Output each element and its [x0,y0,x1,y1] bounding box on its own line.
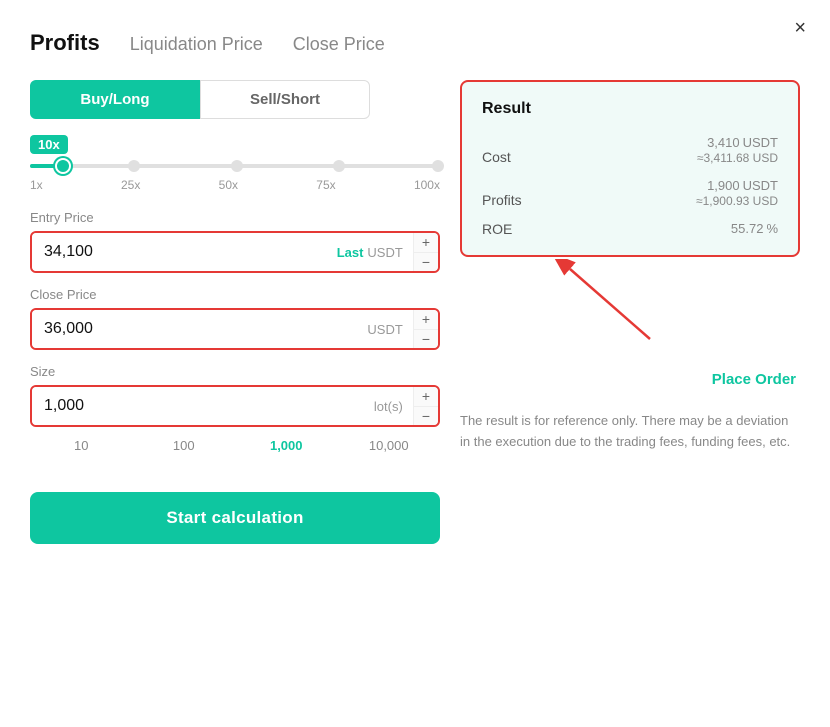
size-input[interactable] [32,387,364,425]
cost-sub: ≈3,411.68 USD [697,151,778,165]
preset-1000[interactable]: 1,000 [235,433,338,458]
roe-value-col: 55.72% [728,220,778,237]
close-price-plus[interactable]: + [414,310,438,330]
left-panel: Buy/Long Sell/Short 10x [30,80,440,544]
size-input-row: lot(s) + − [30,385,440,427]
direction-toggle: Buy/Long Sell/Short [30,80,440,119]
close-button[interactable]: × [794,18,806,38]
cost-row: Cost 3,410USDT ≈3,411.68 USD [482,134,778,165]
profits-row: Profits 1,900USDT ≈1,900.93 USD [482,177,778,208]
cost-unit: USDT [743,135,778,150]
close-price-input[interactable] [32,310,357,348]
tab-bar: Profits Liquidation Price Close Price [30,30,800,56]
disclaimer-text: The result is for reference only. There … [460,401,800,453]
entry-price-input-row: Last USDT + − [30,231,440,273]
result-box: Result Cost 3,410USDT ≈3,411.68 USD Prof… [460,80,800,257]
leverage-label-25x: 25x [121,178,140,192]
size-stepper: + − [413,387,438,425]
place-order-row: Place Order [460,371,800,389]
arrow-annotation [460,269,800,359]
slider-dot-25x [128,160,140,172]
slider-dot-100x [432,160,444,172]
size-group: Size lot(s) + − 10 100 1,000 10,000 [30,364,440,458]
close-price-unit: USDT [367,322,402,337]
entry-price-stepper: + − [413,233,438,271]
tab-close-price[interactable]: Close Price [293,34,385,55]
result-title: Result [482,100,778,118]
close-price-group: Close Price USDT + − [30,287,440,350]
slider-track[interactable] [30,164,440,168]
preset-100[interactable]: 100 [133,433,236,458]
entry-price-unit: USDT [367,245,402,260]
leverage-label-1x: 1x [30,178,43,192]
profits-value: 1,900USDT [696,177,778,194]
red-arrow-svg [550,259,710,349]
entry-price-group: Entry Price Last USDT + − [30,210,440,273]
modal-container: × Profits Liquidation Price Close Price … [0,0,830,727]
entry-price-suffix: Last USDT [327,233,413,271]
cost-value: 3,410USDT [697,134,778,151]
profits-sub: ≈1,900.93 USD [696,194,778,208]
slider-dot-50x [231,160,243,172]
start-calculation-button[interactable]: Start calculation [30,492,440,544]
leverage-label-100x: 100x [414,178,440,192]
leverage-area: 10x 1x 25x 50x 75x [30,135,440,192]
roe-value: 55.72% [728,220,778,237]
size-suffix: lot(s) [364,387,413,425]
buy-long-button[interactable]: Buy/Long [30,80,200,119]
entry-price-label: Entry Price [30,210,440,225]
size-presets: 10 100 1,000 10,000 [30,433,440,458]
size-minus[interactable]: − [414,407,438,426]
leverage-label-50x: 50x [219,178,238,192]
close-price-stepper: + − [413,310,438,348]
slider-thumb[interactable] [55,158,71,174]
last-label[interactable]: Last [337,245,364,260]
entry-price-plus[interactable]: + [414,233,438,253]
slider-labels: 1x 25x 50x 75x 100x [30,178,440,192]
close-price-input-row: USDT + − [30,308,440,350]
tab-liquidation[interactable]: Liquidation Price [130,34,263,55]
preset-10000[interactable]: 10,000 [338,433,441,458]
main-layout: Buy/Long Sell/Short 10x [30,80,800,544]
cost-value-col: 3,410USDT ≈3,411.68 USD [697,134,778,165]
leverage-slider-wrapper [30,160,440,172]
size-unit: lot(s) [374,399,403,414]
slider-dot-75x [333,160,345,172]
place-order-button[interactable]: Place Order [712,371,796,388]
roe-label: ROE [482,221,512,237]
entry-price-minus[interactable]: − [414,253,438,272]
size-label: Size [30,364,440,379]
profits-value-col: 1,900USDT ≈1,900.93 USD [696,177,778,208]
profits-label: Profits [482,192,522,208]
roe-row: ROE 55.72% [482,220,778,237]
close-price-suffix: USDT [357,310,412,348]
leverage-badge: 10x [30,135,68,154]
profits-unit: USDT [743,178,778,193]
close-price-label: Close Price [30,287,440,302]
cost-label: Cost [482,149,511,165]
roe-unit: % [766,221,778,236]
sell-short-button[interactable]: Sell/Short [200,80,370,119]
tab-profits[interactable]: Profits [30,30,100,56]
preset-10[interactable]: 10 [30,433,133,458]
leverage-label-75x: 75x [316,178,335,192]
size-plus[interactable]: + [414,387,438,407]
right-panel: Result Cost 3,410USDT ≈3,411.68 USD Prof… [460,80,800,544]
close-price-minus[interactable]: − [414,330,438,349]
entry-price-input[interactable] [32,233,327,271]
